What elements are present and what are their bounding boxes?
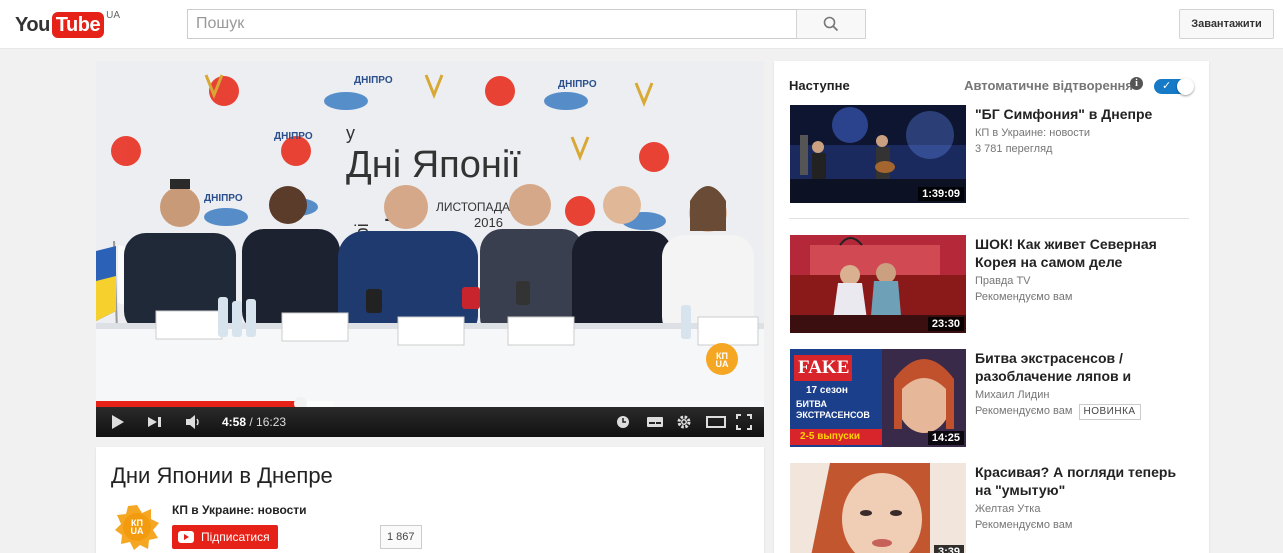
avatar-text: КП UA bbox=[130, 518, 144, 536]
related-video-item[interactable]: 23:30 ШОК! Как живет Северная Корея на с… bbox=[790, 235, 1200, 335]
youtube-play-icon bbox=[178, 531, 194, 543]
check-icon: ✓ bbox=[1162, 80, 1172, 92]
search-button[interactable] bbox=[796, 9, 866, 39]
next-icon bbox=[148, 417, 161, 427]
related-video-recommended: Рекомендуємо вам bbox=[975, 519, 1073, 531]
sponsor-label-2: ДНІПРО bbox=[558, 79, 597, 90]
settings-button[interactable] bbox=[676, 407, 692, 437]
duration-badge: 3:39 bbox=[933, 545, 964, 553]
subtitles-button[interactable] bbox=[646, 407, 664, 437]
autoplay-label: Автоматичне відтворення bbox=[964, 78, 1133, 93]
toggle-knob bbox=[1177, 78, 1194, 95]
video-info-card: Дни Японии в Днепре КП UA КП в Украине: … bbox=[96, 447, 764, 553]
clock-icon bbox=[617, 416, 629, 428]
play-icon bbox=[112, 415, 124, 429]
related-video-views: 3 781 перегляд bbox=[975, 143, 1053, 155]
up-next-heading: Наступне bbox=[789, 78, 850, 93]
related-video-channel: КП в Украине: новости bbox=[975, 127, 1090, 139]
related-video-title[interactable]: ШОК! Как живет Северная Корея на самом д… bbox=[975, 235, 1190, 271]
duration-badge: 1:39:09 bbox=[918, 187, 964, 201]
channel-avatar[interactable]: КП UA bbox=[114, 504, 160, 550]
channel-name-link[interactable]: КП в Украине: новости bbox=[172, 503, 307, 517]
thumb-season-text: 17 сезон bbox=[806, 385, 848, 396]
play-button[interactable] bbox=[110, 407, 126, 437]
related-video-title[interactable]: Красивая? А погляди теперь на "умытую" bbox=[975, 463, 1190, 499]
sponsor-label-1: ДНІПРО bbox=[354, 75, 393, 86]
volume-icon bbox=[186, 415, 199, 429]
related-video-item[interactable]: 1:39:09 "БГ Симфония" в Днепре КП в Укра… bbox=[790, 105, 1200, 205]
related-video-recommended: Рекомендуємо вам bbox=[975, 291, 1073, 303]
video-thumbnail[interactable]: 3:39 bbox=[790, 463, 966, 553]
duration-badge: 23:30 bbox=[927, 317, 964, 331]
new-badge: НОВИНКА bbox=[1078, 404, 1141, 420]
video-thumbnail[interactable]: 1:39:09 bbox=[790, 105, 966, 203]
autoplay-toggle[interactable]: ✓ bbox=[1154, 78, 1194, 95]
subscribe-label: Підписатися bbox=[201, 530, 270, 544]
player-controls: 4:58 / 16:23 bbox=[96, 407, 764, 437]
thumb-episodes-text: 2-5 выпуски bbox=[800, 431, 860, 442]
banner-title: Дні Японії bbox=[346, 144, 521, 186]
info-icon[interactable]: i bbox=[1130, 77, 1143, 90]
thumb-show-text: БИТВА ЭКСТРАСЕНСОВ bbox=[796, 399, 870, 420]
youtube-logo[interactable]: You Tube UA bbox=[15, 10, 120, 38]
video-thumbnail[interactable]: FAKE 17 сезон БИТВА ЭКСТРАСЕНСОВ 2-5 вып… bbox=[790, 349, 966, 447]
video-title: Дни Японии в Днепре bbox=[111, 463, 333, 488]
subscribe-button[interactable]: Підписатися bbox=[172, 525, 278, 549]
related-video-title[interactable]: "БГ Симфония" в Днепре bbox=[975, 105, 1190, 123]
video-player[interactable]: ДНІПРО ДНІПРО ДНІПРО ДНІПРО у Дні Японії… bbox=[96, 61, 764, 437]
upload-button[interactable]: Завантажити bbox=[1179, 9, 1274, 39]
related-video-title[interactable]: Битва экстрасенсов / разоблачение ляпов … bbox=[975, 349, 1190, 385]
gear-icon bbox=[677, 415, 691, 429]
banner-year: 2016 bbox=[474, 215, 503, 230]
thumbnail-image bbox=[790, 463, 966, 553]
search-input[interactable]: Пошук bbox=[187, 9, 797, 39]
total-duration: / 16:23 bbox=[246, 415, 287, 429]
time-display: 4:58 / 16:23 bbox=[222, 407, 286, 437]
related-video-item[interactable]: FAKE 17 сезон БИТВА ЭКСТРАСЕНСОВ 2-5 вып… bbox=[790, 349, 1200, 449]
video-thumbnail[interactable]: 23:30 bbox=[790, 235, 966, 333]
subtitles-icon bbox=[647, 417, 663, 427]
related-video-item[interactable]: 3:39 Красивая? А погляди теперь на "умыт… bbox=[790, 463, 1200, 553]
logo-region: UA bbox=[106, 10, 120, 21]
logo-tube-text: Tube bbox=[51, 12, 105, 38]
theater-icon bbox=[706, 416, 726, 428]
masthead: You Tube UA Пошук Завантажити bbox=[0, 0, 1283, 49]
duration-badge: 14:25 bbox=[927, 431, 964, 445]
banner-u: у bbox=[346, 123, 355, 143]
watermark-text: КП UA bbox=[715, 351, 729, 369]
related-video-channel: Михаил Лидин bbox=[975, 389, 1050, 401]
sidebar-divider bbox=[789, 218, 1189, 219]
sponsor-label-4: ДНІПРО bbox=[204, 193, 243, 204]
sponsor-label-3: ДНІПРО bbox=[274, 131, 313, 142]
video-frame[interactable]: ДНІПРО ДНІПРО ДНІПРО ДНІПРО у Дні Японії… bbox=[96, 61, 764, 407]
thumb-fake-text: FAKE bbox=[798, 357, 850, 378]
up-next-sidebar: Наступне Автоматичне відтворення i ✓ 1:3… bbox=[774, 61, 1209, 553]
banner-month: ЛИСТОПАДА bbox=[436, 200, 510, 214]
video-scene: ДНІПРО ДНІПРО ДНІПРО ДНІПРО у Дні Японії… bbox=[96, 61, 764, 407]
volume-button[interactable] bbox=[184, 407, 204, 437]
search-placeholder: Пошук bbox=[196, 15, 245, 32]
fullscreen-icon bbox=[736, 414, 752, 430]
logo-you-text: You bbox=[15, 13, 50, 36]
related-video-channel: Желтая Утка bbox=[975, 503, 1041, 515]
watch-later-button[interactable] bbox=[616, 407, 630, 437]
current-time: 4:58 bbox=[222, 415, 247, 429]
next-button[interactable] bbox=[146, 407, 164, 437]
related-video-recommended: Рекомендуємо вам НОВИНКА bbox=[975, 403, 1141, 420]
upload-label: Завантажити bbox=[1191, 18, 1262, 30]
fullscreen-button[interactable] bbox=[736, 407, 752, 437]
search-icon bbox=[823, 16, 839, 32]
theater-mode-button[interactable] bbox=[706, 407, 726, 437]
related-video-channel: Правда TV bbox=[975, 275, 1031, 287]
subscriber-count: 1 867 bbox=[380, 525, 422, 549]
recommended-label: Рекомендуємо вам bbox=[975, 405, 1073, 417]
